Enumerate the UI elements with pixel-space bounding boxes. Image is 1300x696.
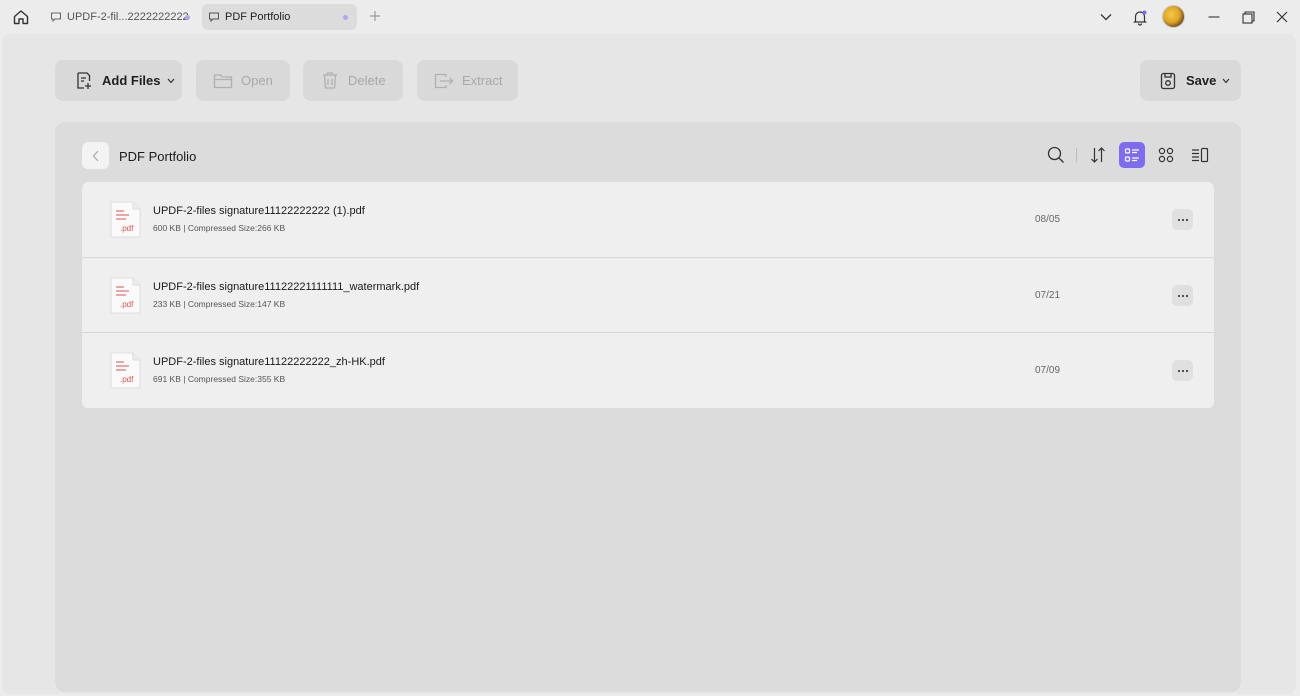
tab-updf-file[interactable]: UPDF-2-fil...2222222222 (44, 4, 196, 30)
file-name: UPDF-2-files signature11122222222_zh-HK.… (153, 356, 385, 368)
file-size: 691 KB | Compressed Size:355 KB (153, 374, 286, 384)
portfolio-panel: PDF Portfolio .pdf UPDF-2-files signatur… (55, 122, 1241, 692)
chevron-down-icon[interactable] (1096, 7, 1116, 27)
search-icon[interactable] (1043, 142, 1069, 168)
list-item[interactable]: .pdf UPDF-2-files signature1112222111111… (82, 257, 1214, 332)
trash-icon (320, 71, 340, 91)
divider (1076, 148, 1077, 162)
save-label: Save (1186, 73, 1217, 88)
file-size: 600 KB | Compressed Size:266 KB (153, 223, 286, 233)
list-item[interactable]: .pdf UPDF-2-files signature11122222222 (… (82, 182, 1214, 257)
sort-icon[interactable] (1085, 142, 1111, 168)
svg-text:.pdf: .pdf (120, 224, 134, 233)
folder-icon (213, 71, 233, 91)
tab-pdf-portfolio[interactable]: PDF Portfolio (202, 4, 357, 30)
svg-text:.pdf: .pdf (120, 300, 134, 309)
chevron-left-icon (92, 150, 98, 161)
tab-label: UPDF-2-fil...2222222222 (67, 11, 189, 23)
pdf-file-icon: .pdf (110, 277, 141, 314)
minimize-icon[interactable] (1204, 7, 1224, 27)
extract-button[interactable]: Extract (417, 60, 518, 101)
detail-view-icon[interactable] (1187, 142, 1213, 168)
unsaved-dot (343, 15, 348, 20)
chevron-down-icon (167, 78, 175, 84)
file-name: UPDF-2-files signature11122221111111_wat… (153, 281, 420, 293)
back-button[interactable] (82, 142, 109, 169)
home-icon[interactable] (10, 6, 32, 28)
unsaved-dot (185, 15, 190, 20)
main-area: Add Files Open Delete Extract Save PDF P… (2, 34, 1296, 694)
add-files-label: Add Files (102, 73, 161, 88)
file-list: .pdf UPDF-2-files signature11122222222 (… (82, 182, 1214, 408)
chevron-down-icon (1222, 78, 1230, 84)
restore-icon[interactable] (1238, 7, 1258, 27)
save-icon (1158, 71, 1178, 91)
list-view-icon[interactable] (1119, 142, 1145, 168)
file-size: 233 KB | Compressed Size:147 KB (153, 299, 286, 309)
more-options-button[interactable] (1172, 285, 1193, 306)
delete-label: Delete (348, 73, 386, 88)
extract-icon (434, 71, 454, 91)
comment-icon (50, 11, 62, 23)
more-options-button[interactable] (1172, 209, 1193, 230)
pdf-file-icon: .pdf (110, 201, 141, 238)
file-date: 08/05 (1035, 214, 1061, 225)
bell-icon[interactable] (1130, 7, 1150, 27)
open-button[interactable]: Open (196, 60, 290, 101)
tab-label: PDF Portfolio (225, 11, 291, 23)
open-label: Open (241, 73, 273, 88)
svg-text:.pdf: .pdf (120, 375, 134, 384)
add-file-icon (74, 71, 94, 91)
list-item[interactable]: .pdf UPDF-2-files signature11122222222_z… (82, 332, 1214, 407)
avatar[interactable] (1162, 5, 1185, 28)
file-date: 07/09 (1035, 365, 1061, 376)
file-name: UPDF-2-files signature11122222222 (1).pd… (153, 205, 365, 217)
extract-label: Extract (462, 73, 503, 88)
title-bar: UPDF-2-fil...2222222222 PDF Portfolio (0, 0, 1300, 34)
file-date: 07/21 (1035, 290, 1061, 301)
comment-icon (208, 11, 220, 23)
delete-button[interactable]: Delete (303, 60, 403, 101)
pdf-file-icon: .pdf (110, 352, 141, 389)
grid-view-icon[interactable] (1153, 142, 1179, 168)
save-button[interactable]: Save (1140, 60, 1241, 101)
add-files-button[interactable]: Add Files (55, 60, 182, 101)
panel-title: PDF Portfolio (119, 149, 197, 164)
more-options-button[interactable] (1172, 360, 1193, 381)
ellipsis-icon (1177, 369, 1188, 372)
ellipsis-icon (1177, 218, 1188, 221)
plus-icon[interactable] (366, 7, 384, 25)
close-icon[interactable] (1272, 7, 1292, 27)
ellipsis-icon (1177, 294, 1188, 297)
